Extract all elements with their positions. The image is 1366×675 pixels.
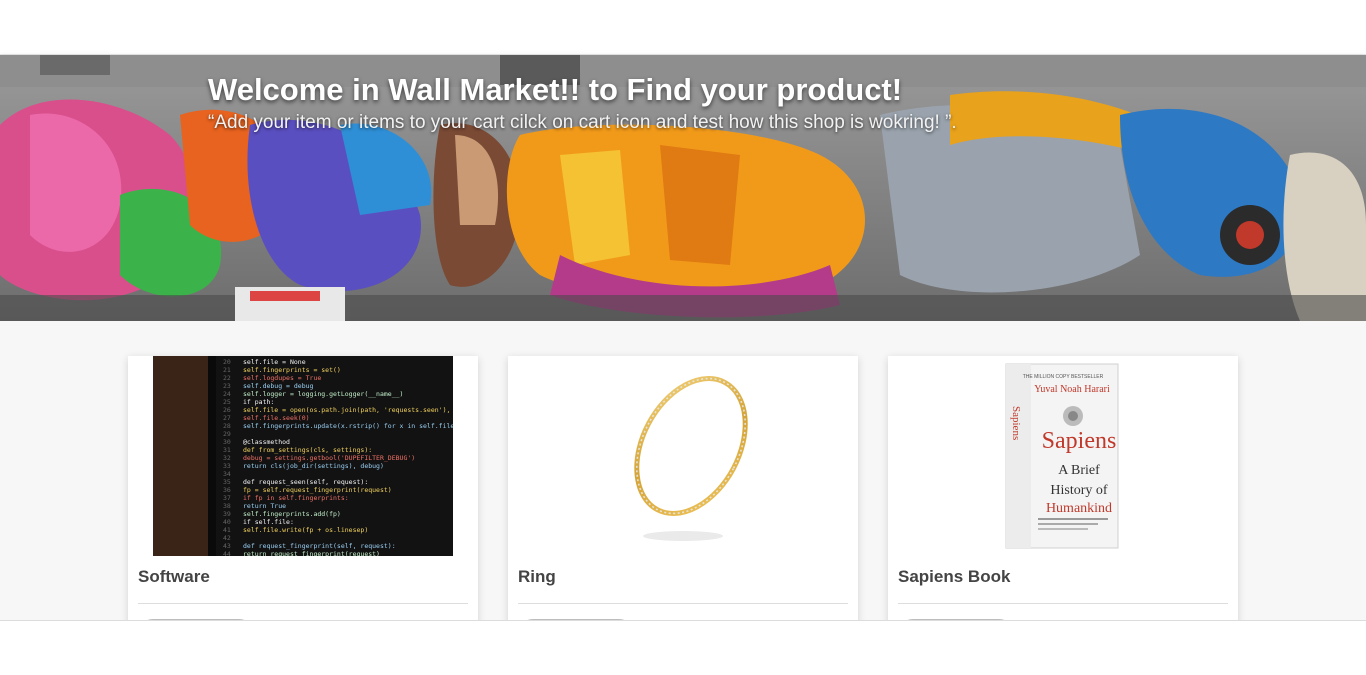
product-card[interactable]: 20 self.file = None 21 self.fingerprints = … bbox=[128, 356, 478, 620]
code-line: if self.file: bbox=[243, 518, 294, 526]
book-subtitle-2: History of bbox=[1050, 483, 1108, 498]
product-title: Software bbox=[138, 567, 210, 586]
add-to-cart-button[interactable] bbox=[138, 619, 254, 620]
product-card[interactable]: THE MILLION COPY BESTSELLER Yuval Noah H… bbox=[888, 356, 1238, 620]
code-line: self.logdupes = True bbox=[243, 374, 321, 382]
code-line: return cls(job_dir(settings), debug) bbox=[243, 462, 384, 470]
product-image-sapiens-book[interactable]: THE MILLION COPY BESTSELLER Yuval Noah H… bbox=[913, 356, 1213, 556]
code-line: self.file.seek(0) bbox=[243, 414, 310, 422]
code-line-number: 37 bbox=[223, 494, 231, 502]
page-footer-area bbox=[0, 622, 1366, 675]
code-line-number: 39 bbox=[223, 510, 231, 518]
hero-banner: Welcome in Wall Market!! to Find your pr… bbox=[0, 55, 1366, 321]
hero-subtitle: “Add your item or items to your cart cil… bbox=[208, 112, 957, 133]
code-line: debug = settings.getbool('DUPEFILTER_DEB… bbox=[243, 454, 415, 462]
code-line-number: 31 bbox=[223, 446, 231, 454]
book-cover-illustration: THE MILLION COPY BESTSELLER Yuval Noah H… bbox=[1005, 363, 1119, 549]
code-line-number: 44 bbox=[223, 550, 231, 556]
code-line-number: 32 bbox=[223, 454, 231, 462]
code-line: self.debug = debug bbox=[243, 382, 314, 390]
code-line: @classmethod bbox=[243, 438, 290, 446]
code-line-number: 23 bbox=[223, 382, 231, 390]
code-line-number: 30 bbox=[223, 438, 231, 446]
code-line: self.fingerprints.add(fp) bbox=[243, 510, 341, 518]
card-divider bbox=[898, 603, 1228, 604]
code-line-number: 20 bbox=[223, 358, 231, 366]
code-line-number: 42 bbox=[223, 534, 231, 542]
code-line-number: 24 bbox=[223, 390, 231, 398]
add-to-cart-button[interactable] bbox=[518, 619, 634, 620]
code-line: def request_seen(self, request): bbox=[243, 478, 368, 486]
ring-illustration bbox=[634, 376, 748, 541]
code-line: def request_fingerprint(self, request): bbox=[243, 542, 396, 550]
code-line: self.fingerprints = set() bbox=[243, 366, 341, 374]
card-divider bbox=[138, 603, 468, 604]
product-image-ring[interactable] bbox=[533, 356, 833, 556]
code-line: self.fingerprints.update(x.rstrip() for … bbox=[243, 422, 453, 430]
book-subtitle-3: Humankind bbox=[1046, 501, 1112, 516]
product-title: Ring bbox=[518, 567, 556, 586]
book-top-line: THE MILLION COPY BESTSELLER bbox=[1023, 374, 1104, 380]
product-card[interactable]: Ring bbox=[508, 356, 858, 620]
code-line: fp = self.request_fingerprint(request) bbox=[243, 486, 392, 494]
product-title: Sapiens Book bbox=[898, 567, 1011, 586]
code-line-number: 29 bbox=[223, 430, 231, 438]
product-image-software[interactable]: 20 self.file = None 21 self.fingerprints = … bbox=[153, 356, 453, 556]
product-grid: 20 self.file = None 21 self.fingerprints = … bbox=[0, 321, 1366, 621]
code-line: return request_fingerprint(request) bbox=[243, 550, 380, 556]
code-screen-illustration: 20 self.file = None 21 self.fingerprints = … bbox=[153, 356, 453, 556]
code-line: if fp in self.fingerprints: bbox=[243, 494, 349, 502]
code-line-number: 34 bbox=[223, 470, 231, 478]
code-line-number: 33 bbox=[223, 462, 231, 470]
code-line: return True bbox=[243, 502, 286, 510]
code-line: self.file.write(fp + os.linesep) bbox=[243, 526, 368, 534]
code-line: def from_settings(cls, settings): bbox=[243, 446, 372, 454]
code-line-number: 22 bbox=[223, 374, 231, 382]
code-line-number: 43 bbox=[223, 542, 231, 550]
book-title: Sapiens bbox=[1042, 428, 1117, 454]
code-line-number: 21 bbox=[223, 366, 231, 374]
code-line-number: 27 bbox=[223, 414, 231, 422]
code-line-number: 25 bbox=[223, 398, 231, 406]
code-line-number: 40 bbox=[223, 518, 231, 526]
book-spine-title: Sapiens bbox=[1010, 406, 1022, 440]
code-line: if path: bbox=[243, 398, 274, 406]
add-to-cart-button[interactable] bbox=[898, 619, 1014, 620]
code-line-number: 38 bbox=[223, 502, 231, 510]
code-line: self.logger = logging.getLogger(__name__… bbox=[243, 390, 403, 398]
code-line: self.file = open(os.path.join(path, 'req… bbox=[243, 406, 453, 414]
code-line-number: 26 bbox=[223, 406, 231, 414]
card-divider bbox=[518, 603, 848, 604]
code-line-number: 36 bbox=[223, 486, 231, 494]
book-subtitle-1: A Brief bbox=[1058, 463, 1100, 478]
hero-title: Welcome in Wall Market!! to Find your pr… bbox=[208, 72, 903, 107]
book-author: Yuval Noah Harari bbox=[1034, 384, 1110, 395]
top-navbar bbox=[0, 0, 1366, 55]
code-line: self.file = None bbox=[243, 358, 306, 366]
code-line-number: 41 bbox=[223, 526, 231, 534]
code-line-number: 28 bbox=[223, 422, 231, 430]
code-line-number: 35 bbox=[223, 478, 231, 486]
